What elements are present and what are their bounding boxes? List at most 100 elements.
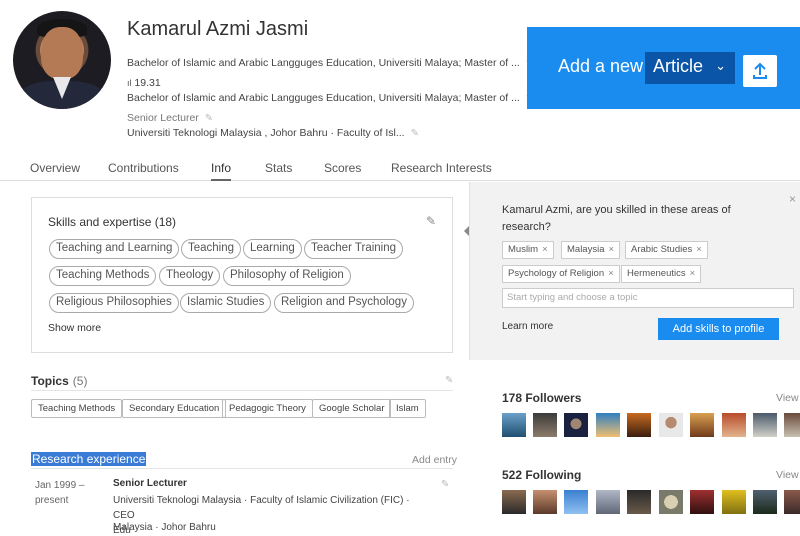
- topic-tag[interactable]: Secondary Education: [122, 399, 227, 418]
- upload-button[interactable]: [743, 55, 777, 87]
- experience-role: Senior Lecturer: [113, 478, 187, 489]
- topic-search-input[interactable]: Start typing and choose a topic: [502, 288, 794, 308]
- bar-chart-icon: ıl: [127, 78, 132, 88]
- pencil-icon[interactable]: ✎: [426, 214, 436, 228]
- degree-line-1: Bachelor of Islamic and Arabic Langguges…: [127, 57, 534, 69]
- following-avatar[interactable]: [722, 490, 746, 514]
- topic-tag[interactable]: Teaching Methods: [31, 399, 123, 418]
- remove-icon[interactable]: ×: [608, 268, 614, 279]
- chevron-down-icon: ⌄: [715, 58, 726, 73]
- degree-line-2: Bachelor of Islamic and Arabic Langguges…: [127, 92, 534, 104]
- profile-name[interactable]: Kamarul Azmi Jasmi: [127, 18, 308, 41]
- skill-tag[interactable]: Teaching and Learning: [49, 239, 180, 259]
- following-view-link[interactable]: View: [776, 469, 799, 481]
- experience-dates: Jan 1999 – present: [35, 478, 85, 508]
- skill-tag[interactable]: Religion and Psychology: [274, 293, 414, 313]
- show-more-link[interactable]: Show more: [48, 322, 101, 334]
- following-avatar[interactable]: [659, 490, 683, 514]
- pencil-icon[interactable]: ✎: [441, 479, 449, 490]
- skill-tag[interactable]: Philosophy of Religion: [223, 266, 351, 286]
- tab-contributions[interactable]: Contributions: [108, 161, 179, 175]
- rg-score[interactable]: ıl 19.31: [127, 77, 161, 89]
- follower-avatar[interactable]: [690, 413, 714, 437]
- date-from: Jan 1999 –: [35, 480, 85, 491]
- topics-title: Topics: [31, 374, 69, 388]
- close-icon[interactable]: ×: [789, 192, 796, 206]
- topic-tag[interactable]: Pedagogic Theory: [222, 399, 313, 418]
- skill-tag[interactable]: Theology: [159, 266, 221, 286]
- followers-title[interactable]: 178 Followers: [502, 391, 581, 405]
- pencil-icon[interactable]: ✎: [445, 375, 453, 386]
- suggested-skill-chip[interactable]: Malaysia ×: [561, 241, 621, 259]
- rg-score-value: 19.31: [134, 77, 161, 89]
- tab-research-interests[interactable]: Research Interests: [391, 161, 492, 175]
- follower-avatar[interactable]: [784, 413, 800, 437]
- tab-stats[interactable]: Stats: [265, 161, 292, 175]
- following-avatar[interactable]: [627, 490, 651, 514]
- skill-suggestion-panel: × Kamarul Azmi, are you skilled in these…: [469, 182, 800, 360]
- follower-avatar[interactable]: [753, 413, 777, 437]
- skill-tag[interactable]: Learning: [243, 239, 302, 259]
- following-avatar[interactable]: [564, 490, 588, 514]
- skill-tag[interactable]: Teaching Methods: [49, 266, 157, 286]
- learn-more-link[interactable]: Learn more: [502, 321, 553, 332]
- position-line: Senior Lecturer ✎: [127, 112, 213, 124]
- remove-icon[interactable]: ×: [542, 244, 548, 255]
- suggested-skill-chip[interactable]: Psychology of Religion ×: [502, 265, 620, 283]
- following-avatar[interactable]: [502, 490, 526, 514]
- skills-card: Skills and expertise (18) ✎ Teaching and…: [31, 197, 453, 353]
- add-entry-link[interactable]: Add entry: [412, 454, 457, 466]
- follower-avatar[interactable]: [722, 413, 746, 437]
- add-new-label: Add a new: [558, 56, 644, 76]
- following-title[interactable]: 522 Following: [502, 468, 581, 482]
- tab-info[interactable]: Info: [211, 161, 232, 181]
- add-skills-button[interactable]: Add skills to profile: [658, 318, 779, 340]
- suggested-skill-chip[interactable]: Muslim ×: [502, 241, 554, 259]
- pencil-icon[interactable]: ✎: [411, 128, 419, 139]
- topics-heading: Topics (5): [31, 374, 87, 388]
- remove-icon[interactable]: ×: [696, 244, 702, 255]
- experience-org-text: Universiti Teknologi Malaysia · Faculty …: [113, 495, 410, 521]
- following-avatar[interactable]: [690, 490, 714, 514]
- skill-tag[interactable]: Religious Philosophies: [49, 293, 179, 313]
- following-avatar[interactable]: [784, 490, 800, 514]
- skill-tag[interactable]: Teacher Training: [304, 239, 404, 259]
- chip-label: Arabic Studies: [631, 244, 693, 255]
- suggested-skill-chip[interactable]: Hermeneutics ×: [621, 265, 702, 283]
- chip-label: Muslim: [508, 244, 539, 255]
- remove-icon[interactable]: ×: [609, 244, 615, 255]
- experience-location: Malaysia · Johor Bahru: [113, 522, 216, 533]
- topic-tag[interactable]: Google Scholar: [312, 399, 392, 418]
- upload-icon: [753, 62, 767, 79]
- avatar-face: [41, 27, 83, 79]
- follower-avatar[interactable]: [533, 413, 557, 437]
- chip-label: Malaysia: [567, 244, 605, 255]
- divider: [31, 468, 453, 469]
- remove-icon[interactable]: ×: [690, 268, 696, 279]
- institution-text[interactable]: Universiti Teknologi Malaysia , Johor Ba…: [127, 127, 405, 139]
- suggested-skill-chip[interactable]: Arabic Studies ×: [625, 241, 708, 259]
- following-avatar[interactable]: [753, 490, 777, 514]
- follower-avatar[interactable]: [627, 413, 651, 437]
- following-avatar[interactable]: [596, 490, 620, 514]
- follower-avatar[interactable]: [596, 413, 620, 437]
- skill-tag[interactable]: Islamic Studies: [180, 293, 272, 313]
- date-to: present: [35, 495, 69, 506]
- profile-avatar[interactable]: [13, 11, 111, 109]
- article-type-value: Article: [653, 56, 704, 76]
- degree-line-1-text: Bachelor of Islamic and Arabic Langguges…: [127, 57, 520, 69]
- follower-avatar[interactable]: [659, 413, 683, 437]
- topic-tag[interactable]: Islam: [389, 399, 426, 418]
- tab-overview[interactable]: Overview: [30, 161, 80, 175]
- skill-tag[interactable]: Teaching: [181, 239, 242, 259]
- followers-view-link[interactable]: View: [776, 392, 799, 404]
- following-avatar[interactable]: [533, 490, 557, 514]
- profile-tabs: Overview Contributions Info Stats Scores…: [0, 156, 800, 181]
- article-type-dropdown[interactable]: Article ⌄: [645, 52, 735, 84]
- tab-scores[interactable]: Scores: [324, 161, 361, 175]
- follower-avatar[interactable]: [502, 413, 526, 437]
- degree-line-2-text: Bachelor of Islamic and Arabic Langguges…: [127, 92, 520, 104]
- follower-avatar[interactable]: [564, 413, 588, 437]
- pencil-icon[interactable]: ✎: [205, 113, 213, 124]
- add-article-box: Add a new Article ⌄: [527, 27, 800, 109]
